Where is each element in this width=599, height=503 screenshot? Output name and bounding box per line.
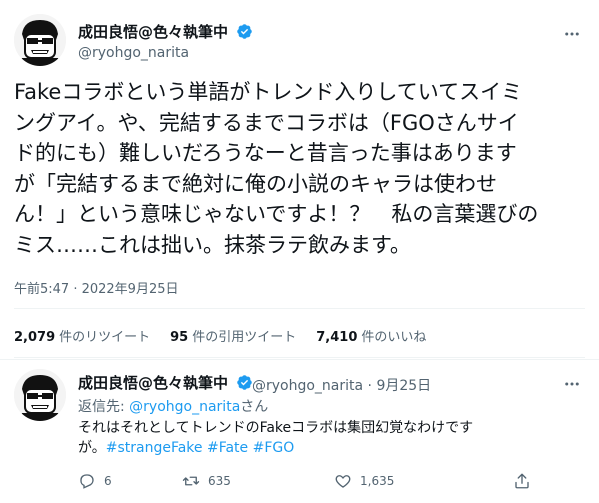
avatar-illustration [14,14,66,66]
author-name-text[interactable]: 成田良悟@色々執筆中 [78,374,228,392]
replying-to: 返信先: @ryohgo_naritaさん [78,396,268,416]
more-options-button[interactable] [560,22,584,46]
more-options-button[interactable] [560,372,584,396]
like-count: 1,635 [360,474,395,488]
likes-count: 7,410 [316,330,358,345]
quotes-label: 件の引用ツイート [192,330,297,345]
tweet-text-line: が「完結するまで絶対に俺の小説のキャラは使わせ [14,171,497,196]
hashtag-link[interactable]: #strangeFake [106,440,203,456]
reply-text-line: それはそれとしてトレンドのFakeコラボは集団幻覚なわけです [78,420,474,436]
like-button[interactable]: 1,635 [334,472,394,490]
quotes-count: 95 [170,330,189,345]
tweet-timestamp[interactable]: 午前5:47 · 2022年9月25日 [14,278,179,297]
reply-icon [80,474,94,489]
avatar[interactable] [14,369,66,421]
reply-text-line: が。#strangeFake #Fate #FGO [78,438,538,458]
retweet-count: 635 [208,474,231,488]
retweets-label: 件のリツイート [59,330,151,345]
share-icon [515,473,529,489]
divider [0,359,599,360]
replying-handle-link[interactable]: @ryohgo_narita [129,399,240,415]
heart-icon [335,475,351,488]
retweets-count: 2,079 [14,330,56,345]
tweet-text-line: Fakeコラボという単語がトレンド入りしていてスイミ [14,80,523,104]
verified-badge-icon [237,24,253,39]
tweet-text-line: ん！」という意味じゃないですよ！？ 私の言葉選びの [14,202,539,227]
reply-text-prefix: が。 [78,440,106,456]
reply-author-name[interactable]: 成田良悟@色々執筆中 [78,374,253,392]
replying-suffix: さん [240,399,269,415]
hashtag-link[interactable]: #FGO [253,440,295,456]
avatar-illustration [14,369,66,421]
retweets-stat[interactable]: 2,079 件のリツイート [14,326,150,345]
author-name[interactable]: 成田良悟@色々執筆中 [78,23,253,41]
tweet-actions: 6 635 1,635 [78,472,558,492]
likes-stat[interactable]: 7,410 件のいいね [316,326,426,345]
tweet-text-line: ミス……これは拙い。抹茶ラテ飲みます。 [14,232,411,257]
more-horizontal-icon [565,382,579,386]
likes-label: 件のいいね [361,330,427,345]
retweet-icon [182,476,200,486]
tweet-text-line: ングアイ。や、完結するまでコラボは（FGOさんサイ [14,110,519,135]
reply-button[interactable]: 6 [78,472,112,490]
hashtag-link[interactable]: #Fate [207,440,248,456]
main-tweet: 成田良悟@色々執筆中 @ryohgo_narita Fakeコラボという単語がト… [0,0,599,360]
divider [14,308,585,309]
tweet-text-line: ド的にも）難しいだろうなーと昔言った事はあります [14,141,517,166]
share-button[interactable] [513,472,531,490]
verified-badge-icon [237,375,253,390]
quotes-stat[interactable]: 95 件の引用ツイート [170,326,296,345]
reply-count: 6 [104,474,112,488]
tweet-text: Fakeコラボという単語がトレンド入りしていてスイミ ングアイ。や、完結するまで… [14,77,589,261]
reply-meta[interactable]: @ryohgo_narita · 9月25日 [252,375,431,395]
retweet-button[interactable]: 635 [182,472,231,490]
author-handle[interactable]: @ryohgo_narita [78,45,189,62]
divider [14,357,585,358]
avatar[interactable] [14,14,66,66]
more-horizontal-icon [565,32,579,36]
author-name-text[interactable]: 成田良悟@色々執筆中 [78,23,228,41]
replying-prefix: 返信先: [78,399,130,415]
reply-text: それはそれとしてトレンドのFakeコラボは集団幻覚なわけです が。#strang… [78,418,538,458]
tweet-stats: 2,079 件のリツイート 95 件の引用ツイート 7,410 件のいいね [14,326,426,345]
